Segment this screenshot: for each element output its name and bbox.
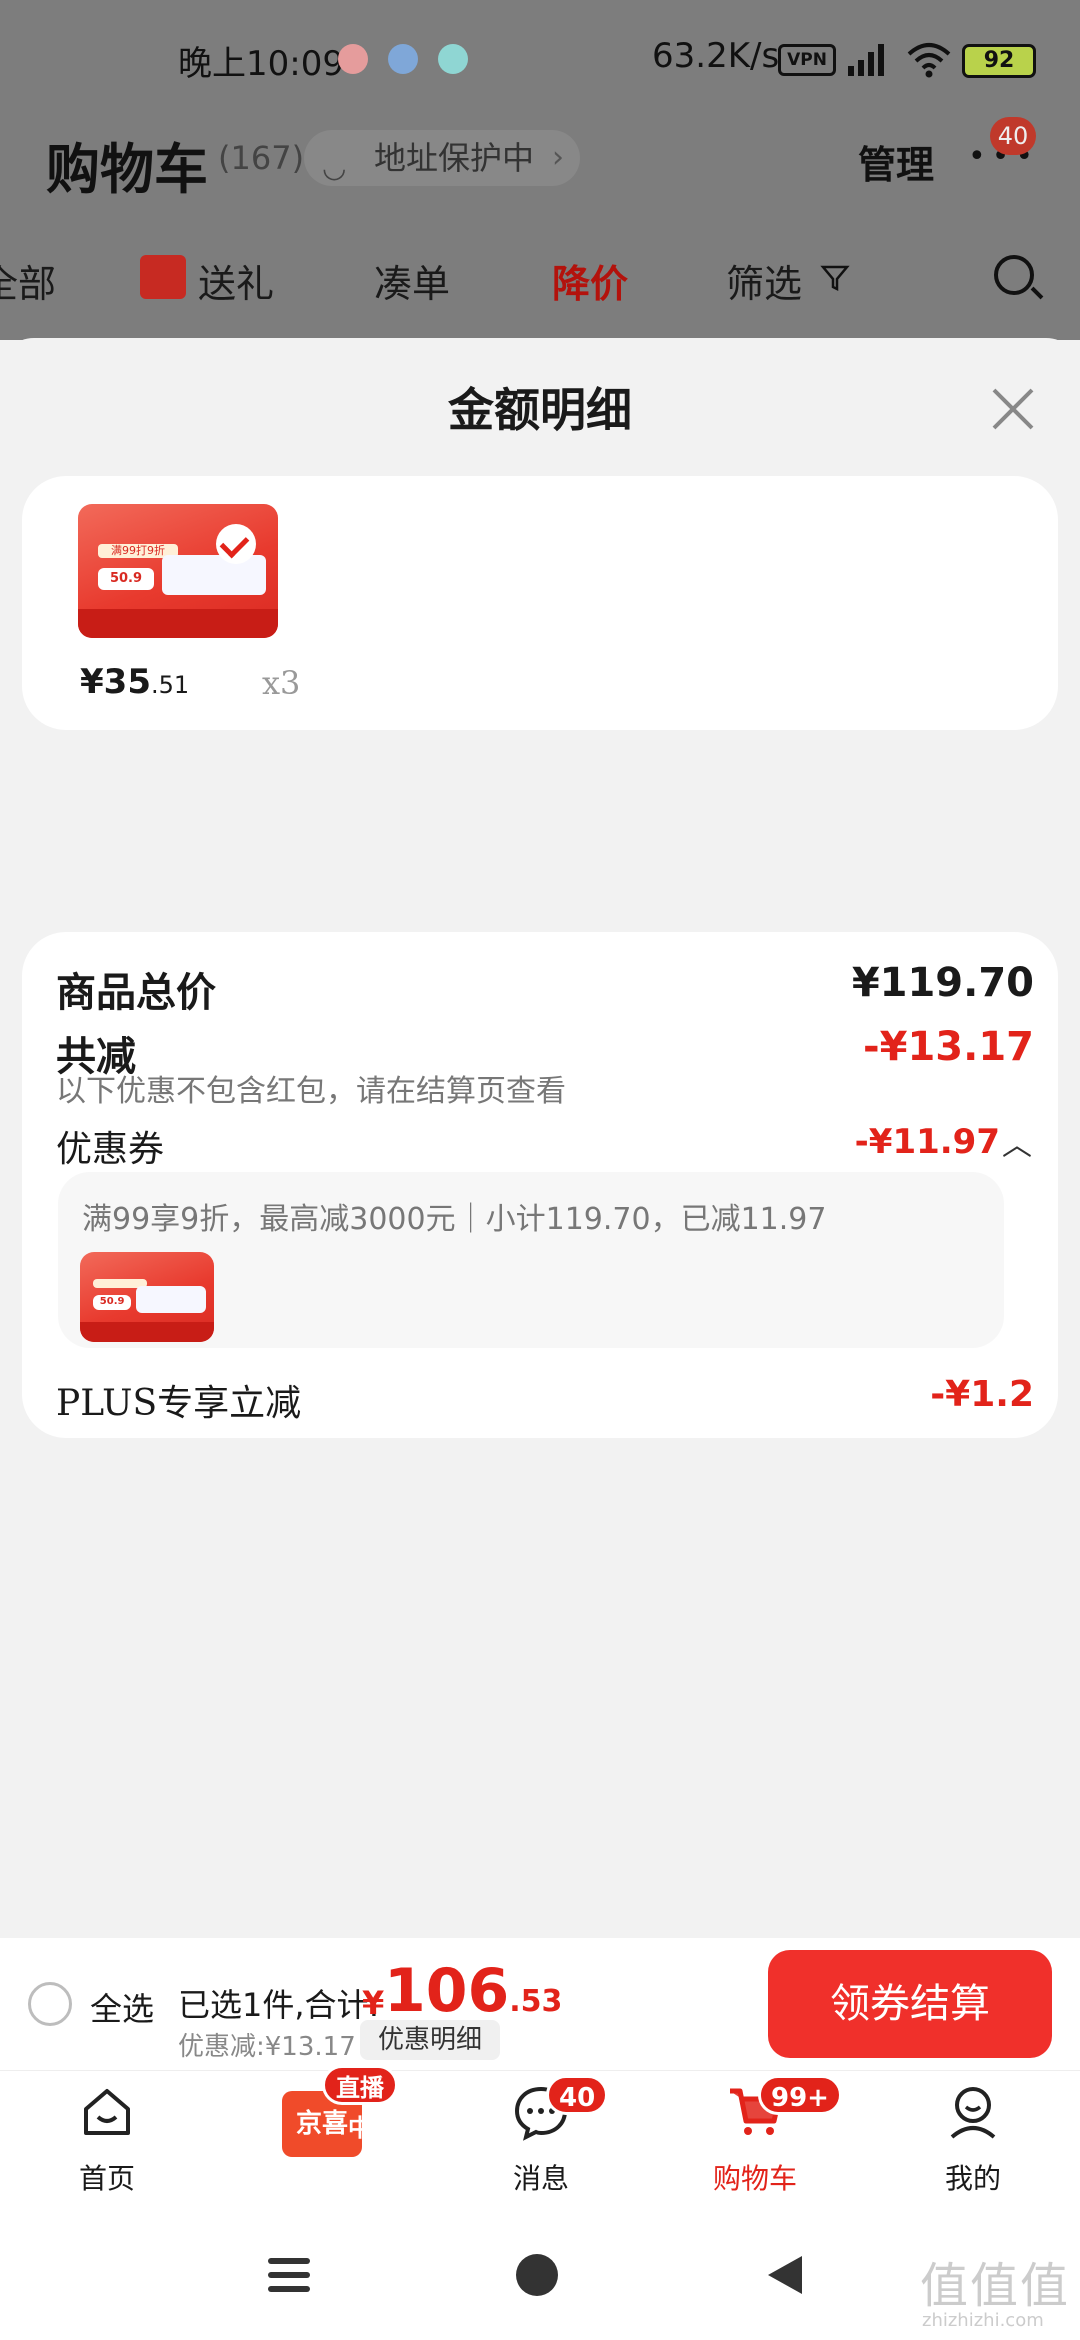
milk-box-image [162,554,266,596]
sheet-title: 金额明细 [448,383,632,437]
tab-price-drop[interactable]: 降价 [552,253,628,308]
menu-icon[interactable] [268,2256,310,2294]
profile-icon [950,2087,996,2139]
unit-price-main: ¥35 [80,662,151,702]
select-all-label[interactable]: 全选 [90,1984,154,2030]
play-app-icon [438,44,468,74]
vpn-icon: VPN [778,44,836,76]
status-time: 晚上10:09 [178,44,344,84]
coupon-thumb-price: 50.9 [93,1295,131,1310]
discount-detail-button[interactable]: 优惠明细 [360,2020,500,2060]
system-nav-bar: 值值值 zhizhizhi.com [0,2210,1080,2340]
plus-label: PLUS专享立减 [56,1383,302,1424]
tab-all[interactable]: 全部 [0,253,56,308]
bottom-tab-bar: 首页 京喜 直播中 消息 40 购物车 99+ 我的 [0,2065,1080,2211]
product-card: 满99打9折 50.9 ¥35.51 x3 [22,476,1058,730]
tab-messages-label: 消息 [512,2162,569,2195]
gift-icon [140,255,186,299]
plus-value: -¥1.2 [930,1374,1034,1415]
quantity: x3 [262,664,301,702]
tab-bundle[interactable]: 凑单 [374,253,450,308]
tab-cart-label: 购物车 [712,2162,797,2195]
unit-price: ¥35.51 [80,662,189,702]
address-protection-pill[interactable]: ◡ 地址保护中 › [304,130,580,186]
coupon-label: 优惠券 [56,1129,165,1170]
coupon-detail-box: 满99享9折，最高减3000元｜小计119.70，已减11.97 50.9 [58,1172,1004,1348]
tab-mine[interactable]: 我的 [898,2071,1048,2211]
summary-card: 商品总价 ¥119.70 共减 -¥13.17 以下优惠不包含红包，请在结算页查… [22,932,1058,1438]
checkout-bar: 全选 已选1件,合计: ¥ 106.53 优惠减:¥13.17 优惠明细 领券结… [0,1938,1080,2070]
selected-text: 已选1件,合计: [178,1986,380,2024]
thumb-base [78,608,278,638]
watermark-logo: 值值值 [920,2258,1071,2314]
cart-badge: 99+ [758,2075,842,2115]
chevron-right-icon: › [552,140,564,175]
cart-count: (167) [218,139,305,177]
total-amount-main: 106 [384,1956,510,2026]
cat-app-icon [388,44,418,74]
chevron-up-icon[interactable]: ︿ [1002,1120,1032,1164]
wifi-icon [907,43,951,78]
network-speed: 63.2K/s [652,36,780,76]
manage-button[interactable]: 管理 [858,134,934,189]
address-protection-label: 地址保护中 [374,139,535,177]
reduce-note: 以下优惠不包含红包，请在结算页查看 [56,1074,566,1109]
filter-icon[interactable] [820,263,850,293]
close-icon[interactable] [990,386,1036,432]
smile-shield-icon: ◡ [322,151,347,184]
coupon-thumb-box [136,1286,206,1314]
select-all-radio[interactable] [28,1982,72,2026]
home-circle-icon[interactable] [516,2254,558,2296]
coupon-value: -¥11.97 [854,1122,1000,1162]
tab-jingxi[interactable]: 京喜 直播中 [248,2065,398,2211]
total-price-value: ¥119.70 [851,960,1034,1006]
home-icon [84,2089,130,2135]
discount-text: 优惠减:¥13.17 [178,2032,356,2062]
total-amount: 106.53 [384,1956,562,2026]
unit-price-decimal: .51 [150,671,190,699]
thumb-price: 50.9 [98,568,154,590]
check-icon [216,524,256,564]
tab-messages[interactable]: 消息 40 [466,2071,616,2211]
battery-icon: 92 [962,44,1036,78]
tab-home-label: 首页 [78,2162,135,2195]
status-bar: 晚上10:09 63.2K/s VPN 92 [0,0,1080,125]
coupon-detail-text: 满99享9折，最高减3000元｜小计119.70，已减11.97 [82,1202,827,1237]
signal-icon [848,44,884,76]
live-badge: 直播中 [322,2065,398,2142]
back-icon[interactable] [764,2254,804,2296]
reduce-value: -¥13.17 [863,1024,1034,1070]
message-badge: 40 [990,117,1036,155]
tab-home[interactable]: 首页 [32,2071,182,2211]
checkout-button[interactable]: 领券结算 [768,1950,1052,2058]
amount-detail-sheet: 金额明细 满99打9折 50.9 ¥35.51 x3 商品总价 ¥119.70 … [0,338,1080,1938]
tab-filter[interactable]: 筛选 [726,253,802,308]
tab-cart[interactable]: 购物车 99+ [680,2071,842,2211]
search-icon[interactable] [994,255,1034,295]
app-notification-icon [338,44,368,74]
product-thumbnail[interactable]: 满99打9折 50.9 [78,504,278,638]
total-amount-decimal: .53 [509,1984,563,2019]
cart-header: 购物车 (167) ◡ 地址保护中 › 管理 ••• 40 全部 送礼 凑单 降… [0,117,1080,340]
total-currency: ¥ [362,1984,385,2022]
coupon-thumb-base [80,1322,214,1342]
messages-badge: 40 [546,2075,609,2115]
watermark-url: zhizhizhi.com [922,2310,1044,2331]
page-title: 购物车 [46,138,208,201]
coupon-product-thumbnail[interactable]: 50.9 [80,1252,214,1342]
tab-gift[interactable]: 送礼 [198,253,274,308]
tab-mine-label: 我的 [944,2162,1001,2195]
total-price-label: 商品总价 [56,970,216,1016]
